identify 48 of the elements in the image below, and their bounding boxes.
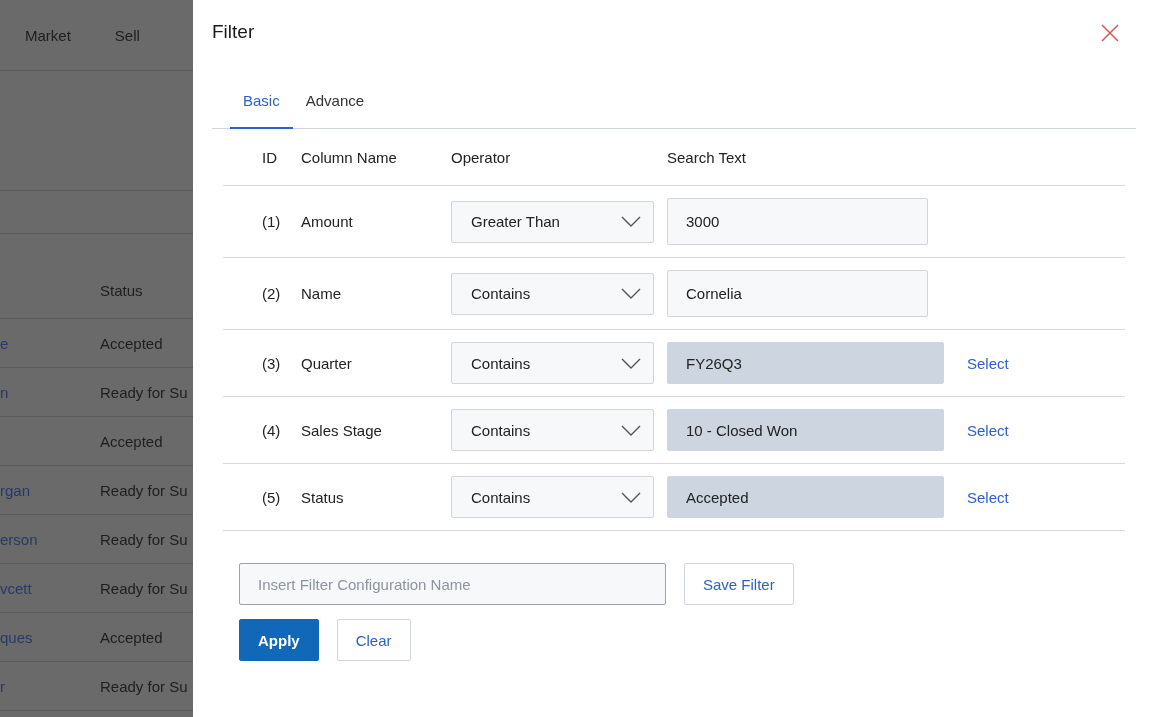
row-id: (3) bbox=[261, 354, 282, 372]
operator-dropdown[interactable]: Contains bbox=[451, 476, 654, 518]
row-id: (1) bbox=[261, 213, 282, 230]
table-cell: Accepted bbox=[100, 334, 163, 352]
caret-icon bbox=[621, 357, 641, 369]
tab[interactable]: Basic bbox=[230, 80, 293, 129]
clear-button[interactable]: Clear bbox=[336, 619, 411, 661]
table-cell: Ready for Su bbox=[100, 383, 188, 401]
nav-item[interactable]: Market bbox=[25, 26, 71, 44]
column-name: Amount bbox=[301, 213, 354, 230]
table-cell: Ready for Su bbox=[100, 579, 188, 597]
row-id: (2) bbox=[261, 285, 282, 302]
select-link[interactable]: Select bbox=[967, 488, 1009, 506]
table-cell: Accepted bbox=[100, 432, 163, 450]
search-text-field[interactable]: 3000 bbox=[667, 198, 928, 245]
column-header: Column Name bbox=[301, 148, 398, 166]
column-header: Status bbox=[100, 282, 143, 301]
filter-name-field[interactable]: Insert Filter Configuration Name bbox=[239, 563, 666, 605]
column-header: Search Text bbox=[667, 148, 747, 166]
column-name: Status bbox=[301, 488, 345, 506]
close-icon[interactable] bbox=[1100, 23, 1120, 43]
column-header: ID bbox=[261, 148, 278, 166]
table-cell: Ready for Su bbox=[100, 677, 188, 695]
caret-icon bbox=[621, 216, 641, 227]
table-cell: Ready for Su bbox=[100, 530, 188, 548]
save-filter-button[interactable]: Save Filter bbox=[684, 563, 794, 605]
nav-item[interactable]: Sell bbox=[114, 26, 140, 44]
column-name: Name bbox=[301, 285, 342, 302]
dialog-title: Filter bbox=[212, 21, 255, 43]
operator-dropdown[interactable]: Contains bbox=[451, 342, 654, 384]
select-link[interactable]: Select bbox=[967, 421, 1009, 439]
caret-icon bbox=[621, 424, 641, 436]
apply-button[interactable]: Apply bbox=[239, 619, 319, 661]
search-text-field[interactable]: Cornelia bbox=[667, 270, 928, 317]
column-name: Quarter bbox=[301, 354, 353, 372]
operator-dropdown[interactable]: Contains bbox=[451, 409, 654, 451]
caret-icon bbox=[621, 288, 641, 299]
tab[interactable]: Advance bbox=[292, 80, 378, 129]
row-id: (5) bbox=[261, 488, 282, 506]
table-cell: Ready for Su bbox=[100, 481, 188, 499]
table-cell: Accepted bbox=[100, 628, 163, 646]
operator-dropdown[interactable]: Greater Than bbox=[451, 200, 654, 243]
row-id: (4) bbox=[261, 421, 282, 439]
operator-dropdown[interactable]: Contains bbox=[451, 272, 654, 315]
caret-icon bbox=[621, 491, 641, 503]
column-name: Sales Stage bbox=[301, 421, 383, 439]
column-header: Operator bbox=[451, 148, 512, 166]
select-link[interactable]: Select bbox=[967, 354, 1009, 372]
